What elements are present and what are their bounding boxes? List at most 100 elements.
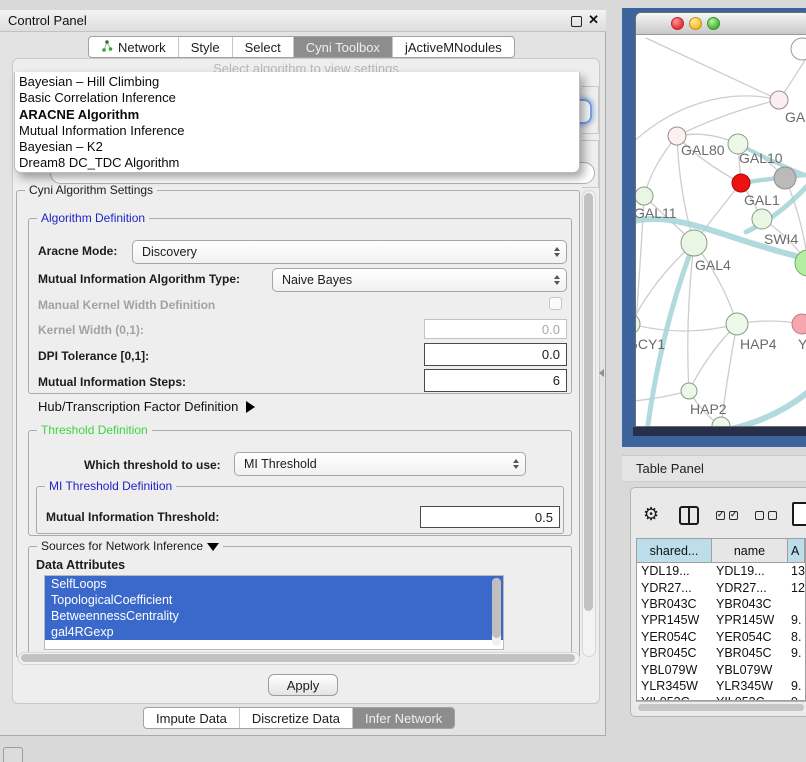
float-panel-icon[interactable] (571, 16, 582, 27)
minimized-panel-icon[interactable] (3, 747, 23, 762)
tab-select[interactable]: Select (233, 37, 294, 57)
aracne-mode-combobox[interactable]: Discovery (132, 240, 567, 264)
scrollbar-thumb[interactable] (584, 193, 593, 611)
table-row[interactable]: YBL079WYBL079W (637, 661, 805, 677)
settings-vertical-scrollbar[interactable] (582, 190, 596, 657)
tab-style[interactable]: Style (179, 37, 233, 57)
mi-threshold-label: Mutual Information Threshold: (46, 510, 219, 524)
column-header-shared-name[interactable]: shared... (637, 539, 712, 562)
table-cell: YBR045C (712, 646, 788, 660)
popup-item[interactable]: Dream8 DC_TDC Algorithm (15, 155, 579, 171)
table-row[interactable]: YDR27...YDR27...12 (637, 579, 805, 595)
scrollbar-thumb[interactable] (492, 578, 501, 638)
manual-kernel-checkbox[interactable] (549, 297, 562, 310)
control-panel-titlebar: Control Panel ✕ (0, 10, 606, 32)
mi-steps-field[interactable]: 6 (424, 369, 567, 392)
attribute-item[interactable]: SelfLoops (45, 576, 503, 592)
table-row[interactable]: YER054CYER054C8. (637, 629, 805, 645)
table-cell: 9. (788, 613, 805, 627)
network-node[interactable] (732, 174, 750, 192)
network-node[interactable] (726, 313, 748, 335)
dpi-tolerance-field[interactable]: 0.0 (424, 343, 567, 366)
sources-title[interactable]: Sources for Network Inference (37, 539, 223, 553)
network-node[interactable] (791, 38, 806, 60)
table-body: YDL19...YDL19...13YDR27...YDR27...12YBR0… (637, 563, 805, 701)
network-window: GALGAL80GAL10GAL1GAL11SWI4GAL4GCY1HAP4YH… (635, 12, 806, 427)
tab-impute-data[interactable]: Impute Data (144, 708, 240, 728)
column-header-name[interactable]: name (712, 539, 788, 562)
table-cell: YDL19... (637, 564, 712, 578)
select-all-icon[interactable]: ✓✓ (716, 511, 738, 520)
attribute-list-scrollbar[interactable] (492, 578, 501, 646)
popup-item[interactable]: Basic Correlation Inference (15, 90, 579, 106)
table-cell: YBL079W (637, 663, 712, 677)
network-node[interactable] (681, 230, 707, 256)
network-node[interactable] (681, 383, 697, 399)
network-node[interactable] (636, 314, 640, 334)
tab-jactivemnodules[interactable]: jActiveMNodules (393, 37, 514, 57)
tab-network[interactable]: Network (89, 37, 179, 57)
mac-close-icon[interactable] (671, 17, 684, 30)
network-tab-icon (101, 40, 113, 55)
collapsed-arrow-icon (246, 401, 255, 413)
mi-type-value: Naive Bayes (282, 273, 352, 287)
network-node-label: GAL1 (744, 192, 780, 208)
network-node[interactable] (752, 209, 772, 229)
network-canvas[interactable]: GALGAL80GAL10GAL1GAL11SWI4GAL4GCY1HAP4YH… (636, 35, 806, 427)
mi-threshold-field[interactable]: 0.5 (420, 506, 560, 528)
network-window-titlebar[interactable] (636, 13, 806, 35)
scrollbar-thumb[interactable] (638, 704, 804, 711)
close-icon[interactable]: ✕ (588, 12, 599, 28)
table-row[interactable]: YDL19...YDL19...13 (637, 563, 805, 579)
network-node[interactable] (636, 187, 653, 205)
table-cell: YPR145W (712, 613, 788, 627)
table-row[interactable]: YLR345WYLR345W9. (637, 678, 805, 694)
network-node[interactable] (774, 167, 796, 189)
table-row[interactable]: YIL052CYIL052C9. (637, 694, 805, 701)
mi-steps-label: Mutual Information Steps: (38, 375, 186, 389)
table-cell: YBR045C (637, 646, 712, 660)
table-panel-header: Table Panel (622, 455, 806, 482)
popup-item[interactable]: Bayesian – K2 (15, 139, 579, 155)
tab-discretize-data[interactable]: Discretize Data (240, 708, 353, 728)
hub-definition-expander[interactable]: Hub/Transcription Factor Definition (38, 399, 255, 414)
table-cell: 8. (788, 630, 805, 644)
which-threshold-combobox[interactable]: MI Threshold (234, 452, 526, 476)
attribute-item[interactable]: BetweennessCentrality (45, 608, 503, 624)
network-node[interactable] (712, 417, 730, 427)
apply-button[interactable]: Apply (268, 674, 338, 696)
mac-zoom-icon[interactable] (707, 17, 720, 30)
settings-horizontal-scrollbar[interactable] (18, 652, 580, 665)
column-header-clipped[interactable]: A (788, 539, 805, 562)
network-graph: GALGAL80GAL10GAL1GAL11SWI4GAL4GCY1HAP4YH… (636, 35, 806, 427)
network-node[interactable] (792, 314, 806, 334)
popup-item-aracne[interactable]: ARACNE Algorithm (15, 107, 579, 123)
mac-minimize-icon[interactable] (689, 17, 702, 30)
attribute-item[interactable]: TopologicalCoefficient (45, 592, 503, 608)
network-node-label: GCY1 (636, 336, 665, 352)
deselect-all-icon[interactable] (755, 511, 777, 520)
popup-item[interactable]: Mutual Information Inference (15, 123, 579, 139)
columns-icon[interactable] (679, 506, 699, 525)
mi-type-combobox[interactable]: Naive Bayes (272, 268, 567, 292)
tab-infer-network[interactable]: Infer Network (353, 708, 454, 728)
table-row[interactable]: YBR045CYBR045C9. (637, 645, 805, 661)
attribute-item[interactable]: gal4RGexp (45, 624, 503, 640)
network-node-label: SWI4 (764, 231, 798, 247)
network-node[interactable] (770, 91, 788, 109)
table-row[interactable]: YBR043CYBR043C (637, 596, 805, 612)
tab-label: Cyni Toolbox (306, 40, 380, 55)
popup-item[interactable]: Bayesian – Hill Climbing (15, 74, 579, 90)
tab-cyni-toolbox[interactable]: Cyni Toolbox (294, 37, 393, 57)
panel-divider-grip[interactable] (599, 369, 604, 377)
document-icon[interactable] (792, 502, 806, 526)
table-cell: YBR043C (637, 597, 712, 611)
combo-spinner-icon (513, 459, 519, 469)
table-cell: YDL19... (712, 564, 788, 578)
gear-icon[interactable]: ⚙ (643, 504, 659, 525)
table-horizontal-scrollbar[interactable] (636, 701, 806, 713)
table-row[interactable]: YPR145WYPR145W9. (637, 612, 805, 628)
combo-spinner-icon (554, 275, 560, 285)
scrollbar-thumb[interactable] (21, 654, 575, 662)
network-node-label: HAP4 (740, 336, 777, 352)
